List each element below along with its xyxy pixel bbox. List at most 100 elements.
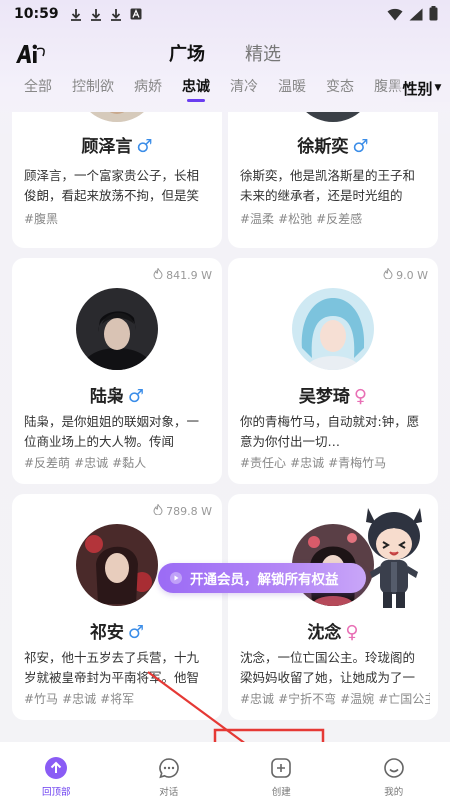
- character-card[interactable]: 顾泽言♂ 顾泽言，一个富家贵公子，长相俊朗，看起来放荡不拘，但是笑起… #腹黑: [12, 112, 222, 248]
- nav-label: 我的: [384, 787, 404, 798]
- character-avatar: [76, 112, 158, 122]
- view-count: 789.8 W: [153, 503, 212, 518]
- character-card[interactable]: 徐斯奕♂ 徐斯奕，他是凯洛斯星的王子和未来的继承者，还是时光组的组… #温柔#松…: [228, 112, 438, 248]
- character-avatar: [76, 524, 158, 606]
- caret-down-icon: ▼: [434, 83, 442, 93]
- tab-square[interactable]: 广场: [169, 40, 205, 66]
- main-tabs: 广场 精选: [0, 40, 450, 66]
- view-count: 841.9 W: [153, 267, 212, 282]
- tag: #反差萌: [24, 456, 71, 470]
- character-avatar: [292, 288, 374, 370]
- category-tab-warm[interactable]: 温暖: [268, 76, 316, 98]
- male-icon: ♂: [352, 136, 369, 157]
- character-tags: #腹黑: [24, 210, 214, 227]
- tag: #温柔: [240, 212, 275, 226]
- category-tab-aloof[interactable]: 清冷: [220, 76, 268, 98]
- category-tab-pervert[interactable]: 变态: [316, 76, 364, 98]
- character-name-row: 陆枭 ♂: [12, 382, 222, 407]
- view-count-value: 789.8 W: [166, 504, 212, 518]
- bottom-navigation: 回顶部 对话 创建 我的: [0, 742, 450, 800]
- character-tags: #竹马 #忠诚 #将军: [24, 690, 214, 707]
- character-description: 祁安，他十五岁去了兵营，十九岁就被皇帝封为平南将军。他智谋…: [24, 650, 200, 685]
- tag: #黏人: [112, 456, 147, 470]
- character-avatar: [292, 112, 374, 122]
- arrow-up-icon: [44, 756, 68, 780]
- view-count-value: 9.0 W: [396, 268, 428, 282]
- tag: #忠诚: [240, 692, 275, 706]
- app-notification-icon: [129, 7, 143, 21]
- nav-create[interactable]: 创建: [225, 742, 338, 800]
- tag: #竹马: [24, 692, 59, 706]
- tag: #忠诚: [290, 456, 325, 470]
- character-name: 吴梦琦: [298, 387, 350, 407]
- wifi-icon: [387, 6, 403, 25]
- character-description: 你的青梅竹马，自动就对:钟，愿意为你付出一切…: [240, 414, 420, 449]
- tag: #忠诚: [74, 456, 109, 470]
- tag: #反差感: [316, 212, 363, 226]
- tab-featured[interactable]: 精选: [245, 40, 281, 66]
- male-icon: ♂: [127, 622, 145, 643]
- character-name: 陆枭: [89, 387, 124, 407]
- download-icon: [89, 7, 103, 21]
- character-tags: #忠诚#宁折不弯#温婉#亡国公主: [240, 690, 430, 707]
- vip-promo-banner[interactable]: 开通会员，解锁所有权益: [158, 563, 366, 593]
- view-count-value: 841.9 W: [166, 268, 212, 282]
- character-name-row: 顾泽言 ♂: [12, 132, 222, 157]
- tag: #松弛: [278, 212, 313, 226]
- character-name: 沈念: [307, 623, 342, 643]
- nav-chat[interactable]: 对话: [113, 742, 226, 800]
- character-description: 沈念，一位亡国公主。玲珑阁的梁妈妈收留了她，让她成为了一名…: [240, 650, 416, 685]
- tag: #温婉: [340, 692, 375, 706]
- character-name: 祁安: [89, 623, 124, 643]
- tag: #青梅竹马: [328, 456, 387, 470]
- mascot-character[interactable]: [358, 500, 430, 612]
- fire-icon: [153, 267, 163, 282]
- tag: #责任心: [240, 456, 287, 470]
- tag: #将军: [100, 692, 135, 706]
- play-icon: [170, 572, 182, 584]
- add-square-icon: [269, 756, 293, 780]
- male-icon: ♂: [127, 386, 145, 407]
- signal-icon: [409, 6, 423, 25]
- nav-label: 创建: [271, 787, 291, 798]
- character-card[interactable]: 789.8 W 祁安 ♂ 祁安，他十五岁去了兵营，十九岁就被皇帝封为平南将军。他智…: [12, 494, 222, 720]
- status-bar: 10:59: [0, 0, 450, 28]
- character-name: 顾泽言: [81, 137, 133, 157]
- tag: #腹黑: [24, 212, 59, 226]
- character-card[interactable]: 841.9 W 陆枭 ♂ 陆枭，是你姐姐的联姻对象，一位商业场上的大人物。传闻 #…: [12, 258, 222, 484]
- character-name: 徐斯奕: [297, 137, 349, 157]
- view-count: 9.0 W: [383, 267, 428, 282]
- male-icon: ♂: [136, 136, 153, 157]
- character-name-row: 沈念 ♀: [228, 618, 438, 643]
- character-card[interactable]: 9.0 W 吴梦琦 ♀ 你的青梅竹马，自动就对:钟，愿意为你付出一切… #责任心 #…: [228, 258, 438, 484]
- category-tab-loyal[interactable]: 忠诚: [172, 76, 220, 102]
- character-name-row: 祁安 ♂: [12, 618, 222, 643]
- character-tags: #责任心 #忠诚 #青梅竹马: [240, 454, 430, 471]
- category-tabs: 全部 控制欲 病娇 忠诚 清冷 温暖 变态 腹黑: [14, 76, 412, 102]
- fire-icon: [153, 503, 163, 518]
- promo-label: 开通会员，解锁所有权益: [190, 572, 339, 588]
- nav-label: 对话: [159, 787, 179, 798]
- category-tab-all[interactable]: 全部: [14, 76, 62, 98]
- nav-label: 回顶部: [41, 787, 71, 798]
- nav-profile[interactable]: 我的: [338, 742, 450, 800]
- notification-icons: [69, 7, 143, 21]
- gender-filter-dropdown[interactable]: 性别 ▼: [394, 74, 450, 102]
- battery-icon: [429, 6, 438, 25]
- category-tab-yandere[interactable]: 病娇: [124, 76, 172, 98]
- female-icon: ♀: [345, 622, 359, 643]
- tag: #宁折不弯: [278, 692, 337, 706]
- category-bar: 全部 控制欲 病娇 忠诚 清冷 温暖 变态 腹黑 性别 ▼: [0, 74, 450, 102]
- character-grid[interactable]: 顾泽言♂ 顾泽言，一个富家贵公子，长相俊朗，看起来放荡不拘，但是笑起… #腹黑 …: [0, 112, 450, 742]
- fire-icon: [383, 267, 393, 282]
- status-time: 10:59: [14, 6, 59, 22]
- character-description: 顾泽言，一个富家贵公子，长相俊朗，看起来放荡不拘，但是笑起…: [24, 168, 200, 203]
- nav-back-to-top[interactable]: 回顶部: [0, 742, 113, 800]
- character-name-row: 吴梦琦 ♀: [228, 382, 438, 407]
- download-icon: [69, 7, 83, 21]
- female-icon: ♀: [353, 386, 368, 407]
- character-avatar: [76, 288, 158, 370]
- category-tab-controlling[interactable]: 控制欲: [62, 76, 124, 98]
- character-tags: #反差萌 #忠诚 #黏人: [24, 454, 214, 471]
- smile-face-icon: [382, 756, 406, 780]
